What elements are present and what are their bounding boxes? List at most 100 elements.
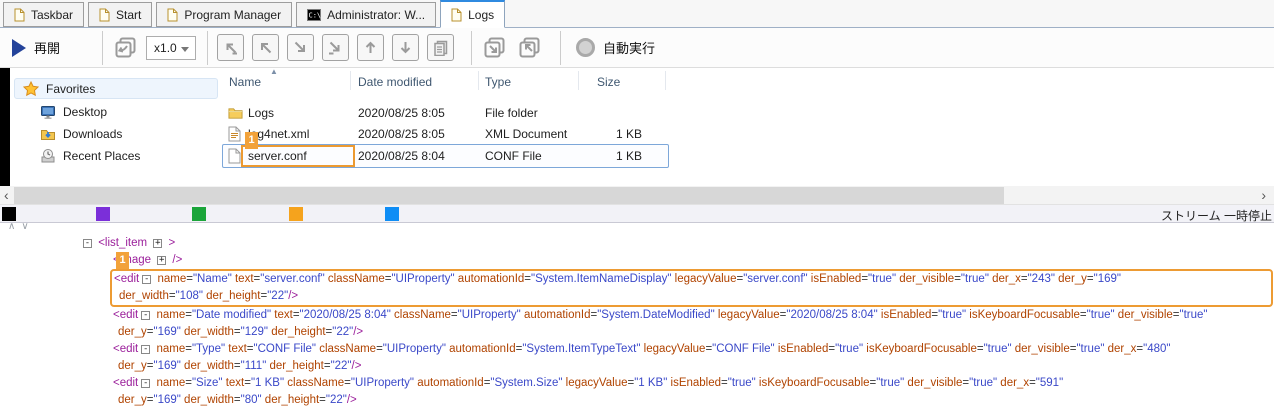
autorun-label: 自動実行 [603,38,655,57]
sidebar-item-recent-places[interactable]: Recent Places [40,145,140,166]
scrollbar-thumb[interactable] [14,187,1004,204]
xml-token: der_y [118,394,147,406]
collapse-box-icon[interactable]: - [141,345,150,354]
step-back-button[interactable] [252,34,279,61]
timeline-marker[interactable] [192,207,206,221]
expand-box-icon[interactable]: + [157,256,166,265]
step-back-out-button[interactable] [217,34,244,61]
file-date: 2020/08/25 8:04 [358,149,445,163]
source-view-button[interactable] [427,34,454,61]
expand-box-icon[interactable]: + [153,239,162,248]
xml-token: automationId [521,309,591,321]
xml-token: "480" [1143,343,1170,355]
xml-token: = [451,309,458,321]
tree-node-edit-name[interactable]: <edit- name="Name" text="server.conf" cl… [112,271,1271,305]
tab-taskbar[interactable]: Taskbar [3,2,84,27]
play-icon [12,39,26,57]
file-date: 2020/08/25 8:05 [358,127,445,141]
zoom-select[interactable]: x1.0 [146,36,196,60]
collapse-box-icon[interactable]: - [141,311,150,320]
arrow-down-right-icon [292,39,309,56]
collapse-box-icon[interactable]: - [142,275,151,284]
zoom-value: x1.0 [154,41,177,55]
tab-program-manager[interactable]: Program Manager [156,2,292,27]
xml-token: automationId [446,343,516,355]
xml-token: "System.Size" [490,377,562,389]
xml-token: automationId [455,273,525,285]
step-forward-into-button[interactable] [322,34,349,61]
star-icon [23,81,39,97]
tree-node-edit-size[interactable]: <edit- name="Size" text="1 KB" className… [0,375,1274,409]
sidebar-item-downloads[interactable]: Downloads [40,123,122,144]
column-divider[interactable] [578,71,579,90]
separator [471,31,472,65]
xml-token: "server.conf" [260,273,324,285]
tree-node-image[interactable]: <image + /> [0,252,1274,269]
timeline-marker[interactable] [96,207,110,221]
xml-token: name [153,343,185,355]
capture-refresh-icon[interactable] [114,36,138,60]
xml-token: "111" [241,360,267,372]
collapse-box-icon[interactable]: - [141,379,150,388]
timeline-marker[interactable] [2,207,16,221]
timeline-marker[interactable] [289,207,303,221]
file-size: 1 KB [580,127,642,141]
sidebar-item-desktop[interactable]: Desktop [40,101,107,122]
autorun-toggle[interactable]: 自動実行 [570,38,655,57]
stream-status-label: ストリーム 一時停止 [1161,207,1272,224]
column-header-date-modified[interactable]: Date modified [358,75,432,89]
xml-token: "true" [961,273,989,285]
scroll-up-down-icons[interactable]: ∧∨ [8,221,35,232]
resume-button[interactable]: 再開 [0,38,60,57]
scroll-right-icon[interactable]: › [1261,186,1266,204]
sidebar-item-favorites[interactable]: Favorites [14,78,218,99]
collapse-box-icon[interactable]: - [83,239,92,248]
xml-token: = [234,326,241,338]
xml-token: "UIProperty" [351,377,414,389]
tree-node-edit-date-modified[interactable]: <edit- name="Date modified" text="2020/0… [0,307,1274,341]
tab-administrator[interactable]: C:\ Administrator: W... [296,2,436,27]
step-forward-button[interactable] [287,34,314,61]
column-header-size[interactable]: Size [597,75,620,89]
window-tabbar: Taskbar Start Program Manager C:\ Admini… [0,0,1274,28]
xml-token: "server.conf" [743,273,807,285]
arrow-up-left-icon [257,39,274,56]
screen-edge-strip [0,68,10,186]
xml-token: = [376,343,383,355]
folder-icon [228,106,243,120]
tab-start[interactable]: Start [88,2,152,27]
xml-token: der_visible [896,273,954,285]
xml-token: = [147,394,154,406]
step-up-button[interactable] [357,34,384,61]
column-divider[interactable] [478,71,479,90]
extract-from-button[interactable] [516,34,543,61]
tree-node-list-item[interactable]: - <list_item + > [0,235,1274,252]
resume-label: 再開 [34,38,60,57]
horizontal-scrollbar[interactable]: ‹ › [0,186,1274,205]
xml-token: isKeyboardFocusable [966,309,1080,321]
xml-token: <edit [113,343,138,355]
xml-token: "169" [154,360,181,372]
svg-text:C:\: C:\ [309,11,322,19]
scroll-left-icon[interactable]: ‹ [4,186,9,204]
xml-token: "true" [1076,343,1104,355]
xml-token: "1 KB" [634,377,667,389]
xml-token: "true" [835,343,863,355]
xml-token: = [1087,273,1094,285]
tree-node-edit-type[interactable]: <edit- name="Type" text="CONF File" clas… [0,341,1274,375]
file-name: Logs [248,106,274,120]
xml-token: = [344,377,351,389]
xml-token: = [247,343,254,355]
xml-token: "1 KB" [251,377,284,389]
xml-token: isKeyboardFocusable [863,343,977,355]
xml-token: className [391,309,451,321]
column-header-type[interactable]: Type [485,75,511,89]
column-divider[interactable] [350,71,351,90]
timeline-marker[interactable] [385,207,399,221]
column-header-name[interactable]: Name [229,75,261,89]
tab-logs[interactable]: Logs [440,0,505,28]
xml-token: = [293,309,300,321]
copy-into-button[interactable] [481,34,508,61]
step-down-button[interactable] [392,34,419,61]
column-divider[interactable] [665,71,666,90]
